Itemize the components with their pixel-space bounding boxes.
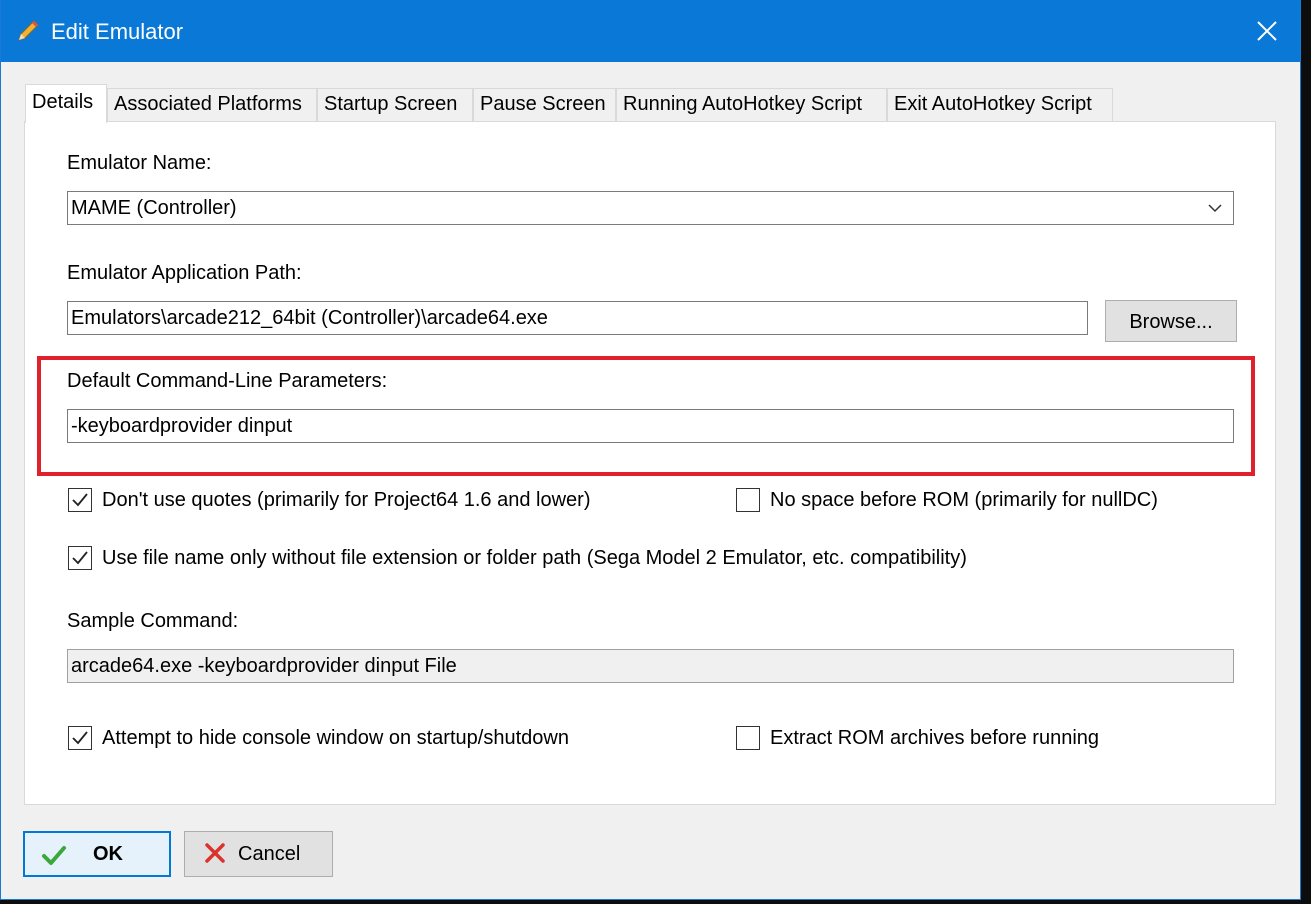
sample-command-value: arcade64.exe -keyboardprovider dinput Fi… [71,655,457,677]
tab-label: Exit AutoHotkey Script [894,93,1092,115]
browse-label: Browse... [1129,311,1213,333]
cmd-params-input[interactable]: -keyboardprovider dinput [67,409,1234,443]
app-path-value: Emulators\arcade212_64bit (Controller)\a… [71,307,548,329]
cancel-button[interactable]: Cancel [184,831,333,877]
tab-exit-autohotkey-script[interactable]: Exit AutoHotkey Script [887,88,1113,121]
tab-pause-screen[interactable]: Pause Screen [473,88,616,121]
tab-label: Associated Platforms [114,93,302,115]
app-path-input[interactable]: Emulators\arcade212_64bit (Controller)\a… [67,301,1088,335]
cmd-params-value: -keyboardprovider dinput [71,415,293,437]
ok-label: OK [93,843,123,865]
hide-console-label[interactable]: Attempt to hide console window on startu… [102,727,569,750]
tab-label: Pause Screen [480,93,606,115]
red-x-icon [205,843,225,863]
tab-associated-platforms[interactable]: Associated Platforms [107,88,317,121]
file-name-only-label[interactable]: Use file name only without file extensio… [102,547,967,570]
tab-label: Running AutoHotkey Script [623,93,863,115]
checkmark-icon [72,551,88,565]
ok-button[interactable]: OK [23,831,171,877]
cancel-label: Cancel [238,843,301,865]
window-title: Edit Emulator [51,19,184,44]
checkmark-icon [72,731,88,745]
no-quotes-label[interactable]: Don't use quotes (primarily for Project6… [102,489,591,512]
cmd-params-label: Default Command-Line Parameters: [67,370,388,392]
no-quotes-checkbox[interactable] [68,488,92,512]
chevron-down-icon [1208,204,1222,213]
hide-console-checkbox[interactable] [68,726,92,750]
emulator-name-value: MAME (Controller) [71,197,237,219]
tab-details[interactable]: Details [25,84,107,123]
no-space-checkbox[interactable] [736,488,760,512]
checkmark-icon [42,846,66,865]
extract-rom-checkbox[interactable] [736,726,760,750]
file-name-only-checkbox[interactable] [68,546,92,570]
no-space-label[interactable]: No space before ROM (primarily for nullD… [770,489,1158,512]
checkmark-icon [72,493,88,507]
extract-rom-label[interactable]: Extract ROM archives before running [770,727,1099,750]
emulator-name-label: Emulator Name: [67,152,212,174]
tab-running-autohotkey-script[interactable]: Running AutoHotkey Script [616,88,887,121]
close-icon [1257,21,1277,41]
tab-label: Startup Screen [324,93,458,115]
tab-label: Details [32,91,94,113]
pencil-icon [15,18,41,44]
close-button[interactable] [1234,0,1300,62]
app-path-label: Emulator Application Path: [67,262,302,284]
sample-command-label: Sample Command: [67,610,239,632]
sample-command-field[interactable]: arcade64.exe -keyboardprovider dinput Fi… [67,649,1234,683]
title-bar[interactable]: Edit Emulator [1,0,1300,62]
edit-emulator-dialog: Edit Emulator Details Associated Platfor… [0,0,1301,900]
tab-startup-screen[interactable]: Startup Screen [317,88,473,121]
browse-button[interactable]: Browse... [1105,300,1237,342]
emulator-name-combo[interactable]: MAME (Controller) [67,191,1234,225]
